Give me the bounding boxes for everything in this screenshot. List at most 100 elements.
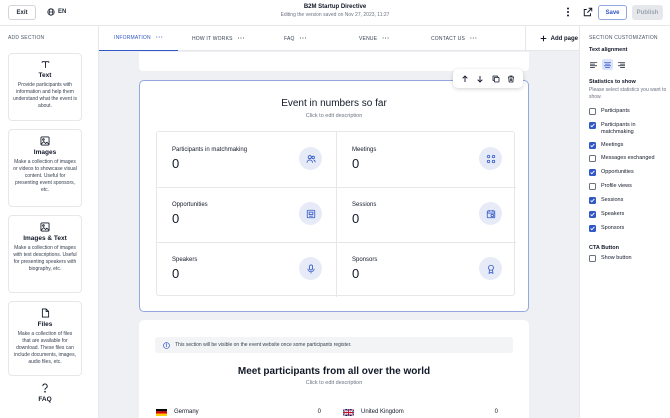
checkbox[interactable] bbox=[589, 183, 596, 190]
statistics-section[interactable]: Event in numbers so far Click to edit de… bbox=[139, 80, 529, 312]
add-page-button[interactable]: Add page bbox=[524, 26, 578, 51]
option-sponsors[interactable]: Sponsors bbox=[589, 225, 624, 232]
tab-more-icon[interactable]: ··· bbox=[156, 35, 164, 41]
section-card-files[interactable]: Files Make a collection of files that ar… bbox=[8, 301, 82, 376]
option-opportunities[interactable]: Opportunities bbox=[589, 169, 634, 176]
card-desc: Make a collection of files that are avai… bbox=[14, 331, 76, 365]
checkbox-checked[interactable] bbox=[589, 211, 596, 218]
stat-sessions: Sessions 0 bbox=[337, 187, 516, 242]
option-label: Show button bbox=[601, 255, 632, 261]
option-label: Meetings bbox=[601, 142, 624, 148]
statistics-note: Please select statistics you want to sho… bbox=[589, 87, 667, 100]
stat-value: 0 bbox=[352, 156, 360, 171]
align-center-icon[interactable] bbox=[602, 59, 613, 70]
open-external-icon[interactable] bbox=[583, 7, 593, 17]
card-desc: Make a collection of images with text de… bbox=[13, 245, 77, 272]
option-show-button[interactable]: Show button bbox=[589, 255, 632, 262]
section-title[interactable]: Meet participants from all over the worl… bbox=[139, 366, 529, 377]
move-up-icon[interactable] bbox=[461, 74, 469, 83]
tab-how-it-works[interactable]: HOW IT WORKS ··· bbox=[192, 26, 245, 51]
tab-more-icon[interactable]: ··· bbox=[300, 36, 308, 42]
opportunity-board-icon bbox=[299, 202, 322, 225]
tab-label: INFORMATION bbox=[114, 35, 151, 41]
save-button[interactable]: Save bbox=[598, 5, 627, 20]
section-description[interactable]: Click to edit description bbox=[140, 113, 528, 119]
country-name: Germany bbox=[174, 409, 199, 415]
option-label: Messages exchanged bbox=[601, 155, 655, 161]
option-label: Sessions bbox=[601, 197, 624, 203]
section-card-images[interactable]: Images Make a collection of images or vi… bbox=[8, 129, 82, 207]
country-count: 0 bbox=[317, 409, 321, 415]
checkbox-checked[interactable] bbox=[589, 142, 596, 149]
people-icon bbox=[299, 147, 322, 170]
option-meetings[interactable]: Meetings bbox=[589, 142, 623, 149]
info-icon bbox=[163, 341, 170, 349]
checkbox-checked[interactable] bbox=[589, 197, 596, 204]
option-profile-views[interactable]: Profile views bbox=[589, 183, 632, 190]
checkbox[interactable] bbox=[589, 155, 596, 162]
text-alignment-label: Text alignment bbox=[589, 47, 628, 53]
grid-dots-icon bbox=[479, 147, 502, 170]
move-down-icon[interactable] bbox=[476, 75, 484, 83]
card-name: FAQ bbox=[38, 396, 52, 403]
option-messages-exchanged[interactable]: Messages exchanged bbox=[589, 155, 655, 162]
visibility-notice: This section will be visible on the even… bbox=[155, 337, 513, 353]
option-participants-matchmaking[interactable]: Participants in matchmaking bbox=[589, 122, 667, 136]
section-description[interactable]: Click to edit description bbox=[139, 380, 529, 386]
align-left-icon[interactable] bbox=[588, 59, 599, 70]
statistics-to-show-label: Statistics to show bbox=[589, 79, 636, 85]
award-ribbon-icon bbox=[479, 257, 502, 280]
option-label: Profile views bbox=[601, 183, 632, 189]
plus-icon bbox=[540, 35, 547, 42]
text-alignment-group bbox=[588, 59, 627, 70]
option-sessions[interactable]: Sessions bbox=[589, 197, 623, 204]
add-section-sidebar: ADD SECTION Text Provide participants wi… bbox=[0, 26, 99, 418]
notice-text: This section will be visible on the even… bbox=[175, 342, 352, 348]
stat-label: Speakers bbox=[172, 257, 198, 263]
stat-participants-matchmaking: Participants in matchmaking 0 bbox=[157, 132, 336, 187]
section-card-faq[interactable]: FAQ bbox=[8, 383, 82, 403]
checkbox[interactable] bbox=[589, 255, 596, 262]
align-right-icon[interactable] bbox=[616, 59, 627, 70]
tab-information[interactable]: INFORMATION ··· bbox=[99, 26, 179, 51]
duplicate-icon[interactable] bbox=[492, 75, 500, 83]
germany-flag-icon bbox=[156, 408, 167, 416]
section-title[interactable]: Event in numbers so far bbox=[140, 98, 528, 109]
checkbox-checked[interactable] bbox=[589, 122, 596, 129]
stat-label: Meetings bbox=[352, 147, 377, 153]
option-speakers[interactable]: Speakers bbox=[589, 211, 624, 218]
checkbox[interactable] bbox=[589, 108, 596, 115]
statistics-grid: Participants in matchmaking 0 Meetings 0… bbox=[156, 131, 516, 297]
tab-contact-us[interactable]: CONTACT US ··· bbox=[431, 26, 478, 51]
stat-label: Sponsors bbox=[352, 257, 378, 263]
stat-meetings: Meetings 0 bbox=[337, 132, 516, 187]
option-label: Participants bbox=[601, 108, 630, 114]
delete-icon[interactable] bbox=[507, 75, 515, 83]
calendar-session-icon bbox=[479, 202, 502, 225]
section-card-text[interactable]: Text Provide participants with informati… bbox=[8, 53, 82, 121]
publish-button[interactable]: Publish bbox=[632, 5, 663, 20]
stat-label: Sessions bbox=[352, 202, 377, 208]
text-icon bbox=[13, 60, 77, 69]
option-label: Opportunities bbox=[601, 169, 634, 175]
option-participants[interactable]: Participants bbox=[589, 108, 630, 115]
country-count: 0 bbox=[494, 409, 498, 415]
stat-value: 0 bbox=[172, 266, 180, 281]
tab-more-icon[interactable]: ··· bbox=[470, 36, 478, 42]
section-card-images-text[interactable]: Images & Text Make a collection of image… bbox=[8, 215, 82, 293]
checkbox-checked[interactable] bbox=[589, 225, 596, 232]
card-desc: Provide participants with information an… bbox=[13, 82, 77, 109]
tab-label: CONTACT US bbox=[431, 35, 466, 42]
add-page-label: Add page bbox=[550, 35, 578, 42]
tab-more-icon[interactable]: ··· bbox=[382, 36, 390, 42]
tab-more-icon[interactable]: ··· bbox=[238, 36, 246, 42]
card-name: Files bbox=[37, 321, 53, 328]
more-options-icon[interactable] bbox=[565, 7, 571, 17]
tab-faq[interactable]: FAQ ··· bbox=[284, 26, 307, 51]
tab-venue[interactable]: VENUE ··· bbox=[359, 26, 390, 51]
united-kingdom-flag-icon bbox=[343, 408, 354, 416]
meet-participants-section[interactable]: This section will be visible on the even… bbox=[139, 320, 529, 418]
checkbox-checked[interactable] bbox=[589, 169, 596, 176]
option-label: Sponsors bbox=[601, 225, 625, 231]
file-icon bbox=[13, 308, 77, 318]
